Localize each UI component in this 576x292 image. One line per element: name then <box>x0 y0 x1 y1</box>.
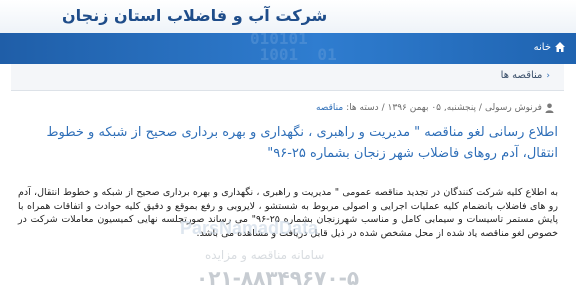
watermark-phone: ۰۲۱-۸۸۳۴۹۶۷۰-۵ <box>196 266 360 290</box>
meta-category-link[interactable]: مناقصه <box>316 103 343 113</box>
site-title[interactable]: شرکت آب و فاضلاب استان زنجان <box>62 6 328 25</box>
breadcrumb: ‹ مناقصه ها <box>501 70 550 81</box>
article-body: به اطلاع کلیه شرکت کنندگان در تجدید مناق… <box>18 187 558 239</box>
site-header: شرکت آب و فاضلاب استان زنجان <box>0 0 576 33</box>
article-title[interactable]: اطلاع رسانی لغو مناقصه " مدیریت و راهبری… <box>18 122 558 164</box>
home-icon <box>555 42 565 52</box>
breadcrumb-item-tenders[interactable]: مناقصه ها <box>501 70 543 81</box>
binary-decoration: 010101 1001 01 0101 1101 <box>250 33 337 64</box>
user-icon <box>545 103 554 113</box>
chevron-left-icon: ‹ <box>546 70 550 81</box>
main-navbar: 010101 1001 01 0101 1101 خانه <box>0 33 576 64</box>
meta-date: / پنجشنبه, ۰۵ بهمن ۱۳۹۶ / <box>381 103 482 113</box>
article-meta: فرنوش رسولی / پنجشنبه, ۰۵ بهمن ۱۳۹۶ / دس… <box>316 103 554 113</box>
breadcrumb-bar: ‹ مناقصه ها <box>11 64 564 91</box>
nav-home-label: خانه <box>533 41 551 53</box>
nav-home-link[interactable]: خانه <box>534 41 566 53</box>
meta-category-prefix: دسته ها: <box>346 103 379 113</box>
meta-author[interactable]: فرنوش رسولی <box>485 103 542 113</box>
watermark-subtitle: سامانه مناقصه و مزایده <box>205 248 325 262</box>
